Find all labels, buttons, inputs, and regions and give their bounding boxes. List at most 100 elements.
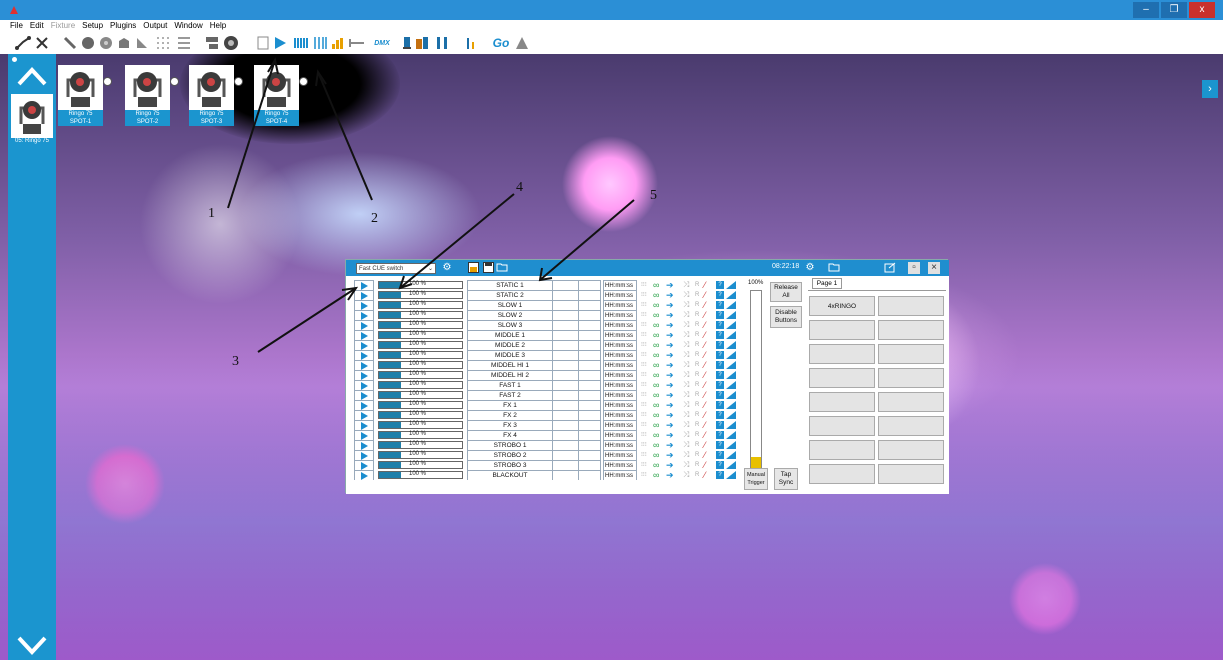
cue-play-button[interactable] [354,380,374,390]
cue-name[interactable]: MIDDLE 3 [467,350,553,360]
cue-name[interactable]: FX 1 [467,400,553,410]
arrow-right-icon[interactable]: ➔ [666,410,682,420]
folder-icon[interactable] [828,262,840,274]
cue-field[interactable] [553,310,579,320]
cue-name[interactable]: STATIC 1 [467,280,553,290]
fixture-spot-4[interactable]: Ringo 75 SPOT-4 [254,65,308,126]
circle-tool-icon[interactable] [80,35,96,51]
shuffle-icon[interactable]: ⤨ [683,460,693,470]
cue-time-input[interactable]: HH:mm:ss [603,310,637,320]
cue-name[interactable]: STROBO 3 [467,460,553,470]
cue-field[interactable] [579,360,601,370]
grid-dots-icon[interactable]: ⁝⁝⁝ [641,372,650,378]
cue-field[interactable] [553,420,579,430]
cue-time-input[interactable]: HH:mm:ss [603,300,637,310]
cue-field[interactable] [553,410,579,420]
ramp-icon[interactable] [726,321,736,329]
cue-name[interactable]: FX 2 [467,410,553,420]
loop-icon[interactable]: ∞ [653,310,663,320]
grid-dots-icon[interactable]: ⁝⁝⁝ [641,282,650,288]
cue-grid-button[interactable] [809,392,875,412]
arrow-right-icon[interactable]: ➔ [666,340,682,350]
cue-name[interactable]: STROBO 2 [467,450,553,460]
arrow-right-icon[interactable]: ➔ [666,400,682,410]
ramp-icon[interactable] [726,431,736,439]
cue-field[interactable] [579,290,601,300]
cue-time-input[interactable]: HH:mm:ss [603,380,637,390]
cue-name[interactable]: FAST 2 [467,390,553,400]
cue-field[interactable] [553,400,579,410]
cue-field[interactable] [553,470,579,480]
folder-icon[interactable] [496,262,508,274]
cue-play-button[interactable] [354,420,374,430]
repeat-icon[interactable]: R [695,340,703,350]
cue-level-bar[interactable]: 100 % [378,331,463,339]
cue-field[interactable] [579,440,601,450]
cue-level-bar[interactable]: 100 % [378,461,463,469]
arrow-right-icon[interactable]: ➔ [666,460,682,470]
grid-dots-icon[interactable]: ⁝⁝⁝ [641,402,650,408]
loop-icon[interactable]: ∞ [653,390,663,400]
grid-dots-icon[interactable]: ⁝⁝⁝ [641,312,650,318]
cue-play-button[interactable] [354,470,374,480]
loop-icon[interactable]: ∞ [653,450,663,460]
help-icon[interactable]: ? [716,421,724,429]
cue-grid-button[interactable] [878,320,944,340]
cue-name[interactable]: SLOW 1 [467,300,553,310]
warning-icon[interactable] [514,35,530,51]
arrow-right-icon[interactable]: ➔ [666,360,682,370]
shuffle-icon[interactable]: ⤨ [683,340,693,350]
arrow-right-icon[interactable]: ➔ [666,380,682,390]
shuffle-icon[interactable]: ⤨ [683,320,693,330]
help-icon[interactable]: ? [716,441,724,449]
cue-name[interactable]: MIDDLE 1 [467,330,553,340]
connect-icon[interactable] [14,35,32,51]
close-button[interactable]: x [1189,2,1215,18]
dmx-icon[interactable]: DMX [372,35,392,51]
grid-dots-icon[interactable]: ⁝⁝⁝ [641,422,650,428]
grid-dots-icon[interactable]: ⁝⁝⁝ [641,412,650,418]
fixture-select-icon[interactable] [234,77,243,86]
loop-icon[interactable]: ∞ [653,360,663,370]
cue-field[interactable] [553,440,579,450]
release-all-button[interactable]: Release All [770,282,802,302]
lamp-icon[interactable] [400,35,414,51]
cue-field[interactable] [553,290,579,300]
arrow-right-icon[interactable]: ➔ [666,420,682,430]
cue-field[interactable] [579,390,601,400]
cue-field[interactable] [553,430,579,440]
menu-fixture[interactable]: Fixture [51,20,75,32]
grid-dots-icon[interactable]: ⁝⁝⁝ [641,462,650,468]
menu-file[interactable]: File [10,20,23,32]
repeat-icon[interactable]: R [695,460,703,470]
shuffle-icon[interactable]: ⤨ [683,410,693,420]
ramp-icon[interactable] [726,461,736,469]
ramp-icon[interactable] [726,341,736,349]
cue-play-button[interactable] [354,320,374,330]
cue-time-input[interactable]: HH:mm:ss [603,430,637,440]
repeat-icon[interactable]: R [695,430,703,440]
repeat-icon[interactable]: R [695,360,703,370]
cue-level-bar[interactable]: 100 % [378,421,463,429]
cue-field[interactable] [553,350,579,360]
cue-time-input[interactable]: HH:mm:ss [603,360,637,370]
grid-dots-icon[interactable]: ⁝⁝⁝ [641,352,650,358]
cue-grid-button[interactable] [878,392,944,412]
cue-time-input[interactable]: HH:mm:ss [603,280,637,290]
repeat-icon[interactable]: R [695,350,703,360]
cue-field[interactable] [579,470,601,480]
cue-field[interactable] [579,450,601,460]
help-icon[interactable]: ? [716,401,724,409]
cue-level-bar[interactable]: 100 % [378,301,463,309]
shuffle-icon[interactable]: ⤨ [683,440,693,450]
cue-play-button[interactable] [354,350,374,360]
cue-list-icon[interactable] [292,35,310,51]
repeat-icon[interactable]: R [695,420,703,430]
loop-icon[interactable]: ∞ [653,400,663,410]
disconnect-icon[interactable] [34,35,50,51]
shuffle-icon[interactable]: ⤨ [683,470,693,480]
cue-grid-button[interactable] [809,368,875,388]
slash-icon[interactable]: ⁄ [704,390,714,400]
disable-buttons-button[interactable]: Disable Buttons [770,306,802,328]
cue-play-button[interactable] [354,300,374,310]
